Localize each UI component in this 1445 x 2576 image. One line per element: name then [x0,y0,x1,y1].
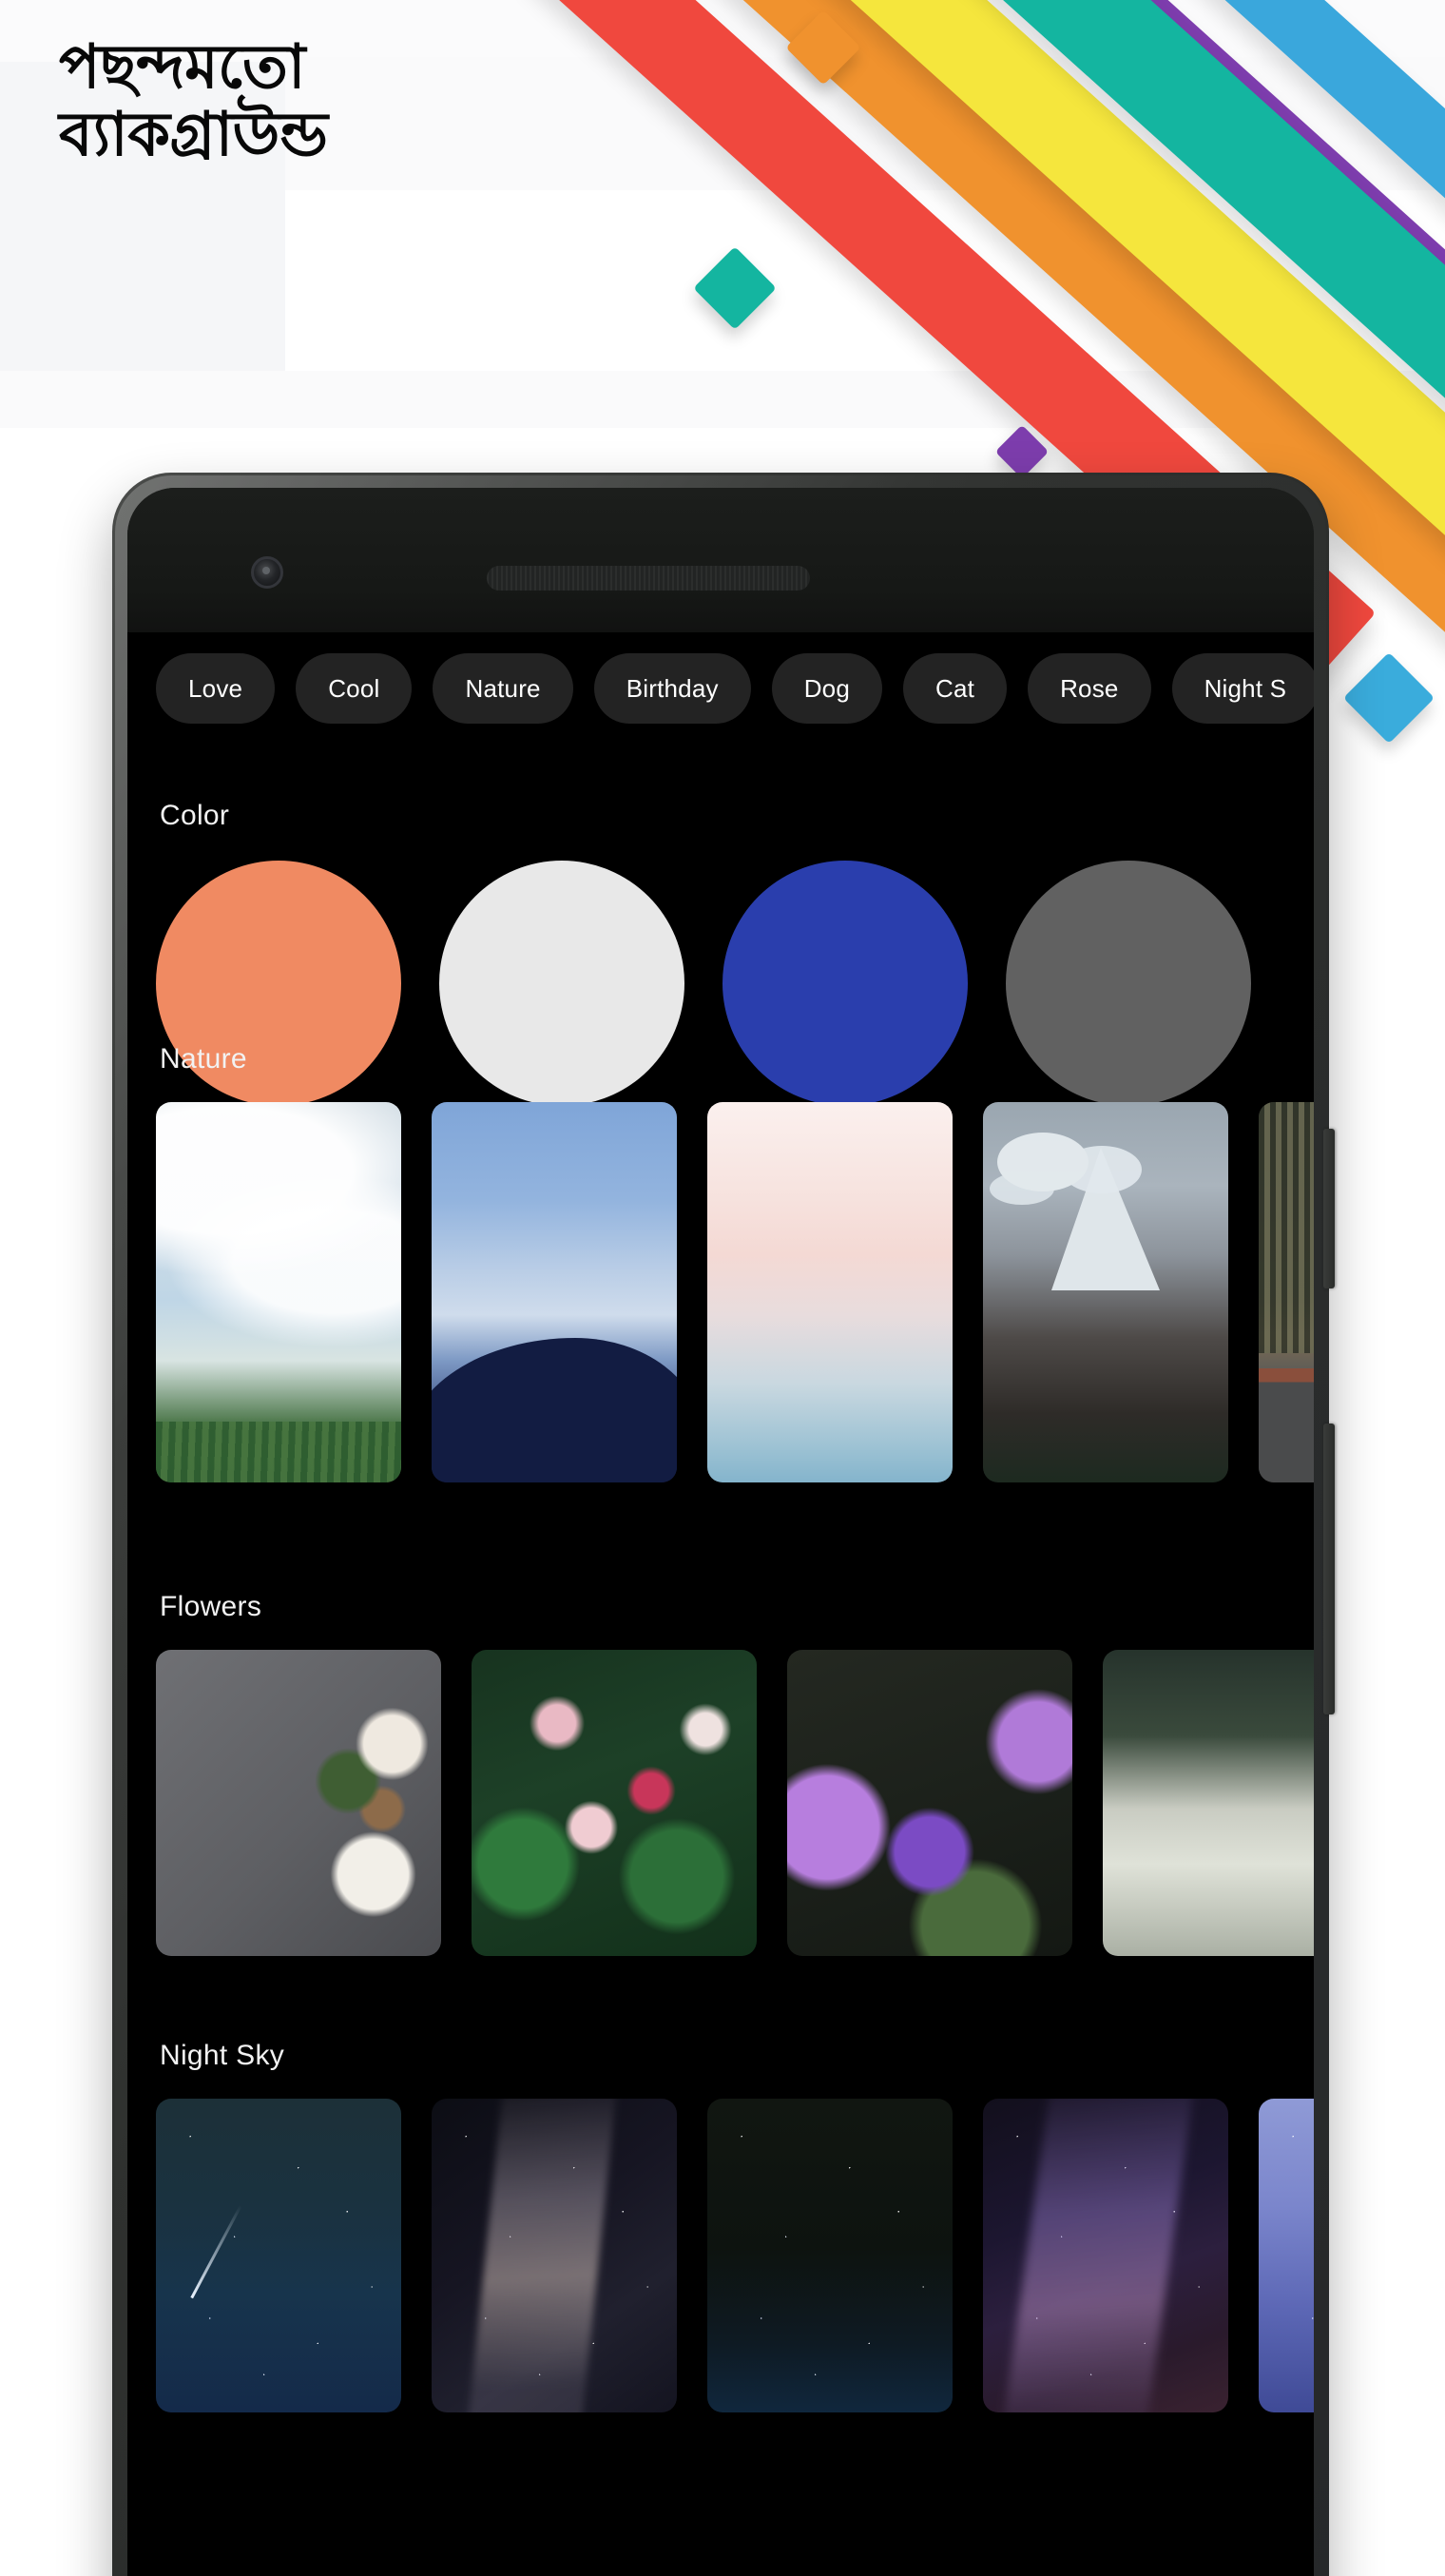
category-chip-row[interactable]: Love Cool Nature Birthday Dog Cat Rose Night S [127,653,1314,724]
power-button[interactable] [1323,1129,1335,1288]
phone-mockup: Love Cool Nature Birthday Dog Cat Rose Night S … [112,473,1335,2576]
category-chip-label: Rose [1060,673,1119,703]
category-chip-dog[interactable]: Dog [771,653,882,724]
star-overlay [1259,2099,1314,2412]
promo-screenshot: পছন্দমতো ব্যাকগ্রাউন্ড Love Cool Nature Bir… [0,0,1445,2576]
snow-peak-wallpaper[interactable] [983,1102,1228,1482]
camellia-bush-wallpaper[interactable] [472,1650,757,1956]
forest-road-wallpaper[interactable] [1259,1102,1314,1482]
white-daisy-wallpaper[interactable] [1103,1650,1314,1956]
category-chip-label: Birthday [626,673,719,703]
phone-top-bar [127,488,1314,632]
phone-inner: Love Cool Nature Birthday Dog Cat Rose Night S … [127,488,1314,2576]
category-chip-label: Cool [328,673,380,703]
cloudy-forest-wallpaper[interactable] [156,1102,401,1482]
app-screen: Love Cool Nature Birthday Dog Cat Rose Night S … [127,632,1314,2576]
shooting-star-wallpaper[interactable] [156,2099,401,2412]
purple-diamond-icon [994,424,1050,479]
wallpaper-thumb-row[interactable] [127,2099,1314,2412]
section-nature: Nature [127,1043,1314,1482]
headline-line-1: পছন্দমতো [59,32,305,101]
wallpaper-thumb-row[interactable] [127,1650,1314,1956]
section-title: Color [160,800,230,831]
wallpaper-thumb-row[interactable] [127,1102,1314,1482]
blue-mountains-wallpaper[interactable] [432,1102,677,1482]
promo-headline: পছন্দমতো ব্যাকগ্রাউন্ড [59,32,724,169]
category-chip-love[interactable]: Love [156,653,276,724]
teal-diamond-icon [693,246,777,330]
earpiece-speaker-icon [487,566,810,591]
category-chip-nature[interactable]: Nature [433,653,573,724]
white-bloom-gray-wallpaper[interactable] [156,1650,441,1956]
pink-gradient-wallpaper[interactable] [707,1102,953,1482]
blue-diamond-icon [1342,651,1435,745]
section-title: Night Sky [160,2040,285,2071]
category-chip-label: Cat [935,673,975,703]
headline-line-2: ব্যাকগ্রাউন্ড [59,100,328,169]
background-tint-lower [0,371,1445,428]
star-overlay [156,2099,401,2412]
dark-sky-wallpaper[interactable] [707,2099,953,2412]
periwinkle-wallpaper[interactable] [1259,2099,1314,2412]
category-chip-night-s[interactable]: Night S [1171,653,1314,724]
category-chip-label: Nature [465,673,541,703]
category-chip-cat[interactable]: Cat [903,653,1008,724]
category-chip-rose[interactable]: Rose [1028,653,1151,724]
category-chip-label: Dog [803,673,850,703]
purple-galaxy-wallpaper[interactable] [983,2099,1228,2412]
section-title: Nature [160,1043,247,1075]
category-chip-cool[interactable]: Cool [296,653,413,724]
section-title: Flowers [160,1591,262,1622]
star-overlay [707,2099,953,2412]
section-night-sky: Night Sky [127,2040,1314,2412]
star-overlay [432,2099,677,2412]
category-chip-label: Love [188,673,243,703]
category-chip-label: Night S [1204,673,1287,703]
star-overlay [983,2099,1228,2412]
milky-way-wallpaper[interactable] [432,2099,677,2412]
front-camera-icon [251,556,283,589]
category-chip-birthday[interactable]: Birthday [593,653,751,724]
purple-petunia-wallpaper[interactable] [787,1650,1072,1956]
volume-rocker[interactable] [1323,1424,1335,1714]
section-flowers: Flowers [127,1591,1314,1956]
